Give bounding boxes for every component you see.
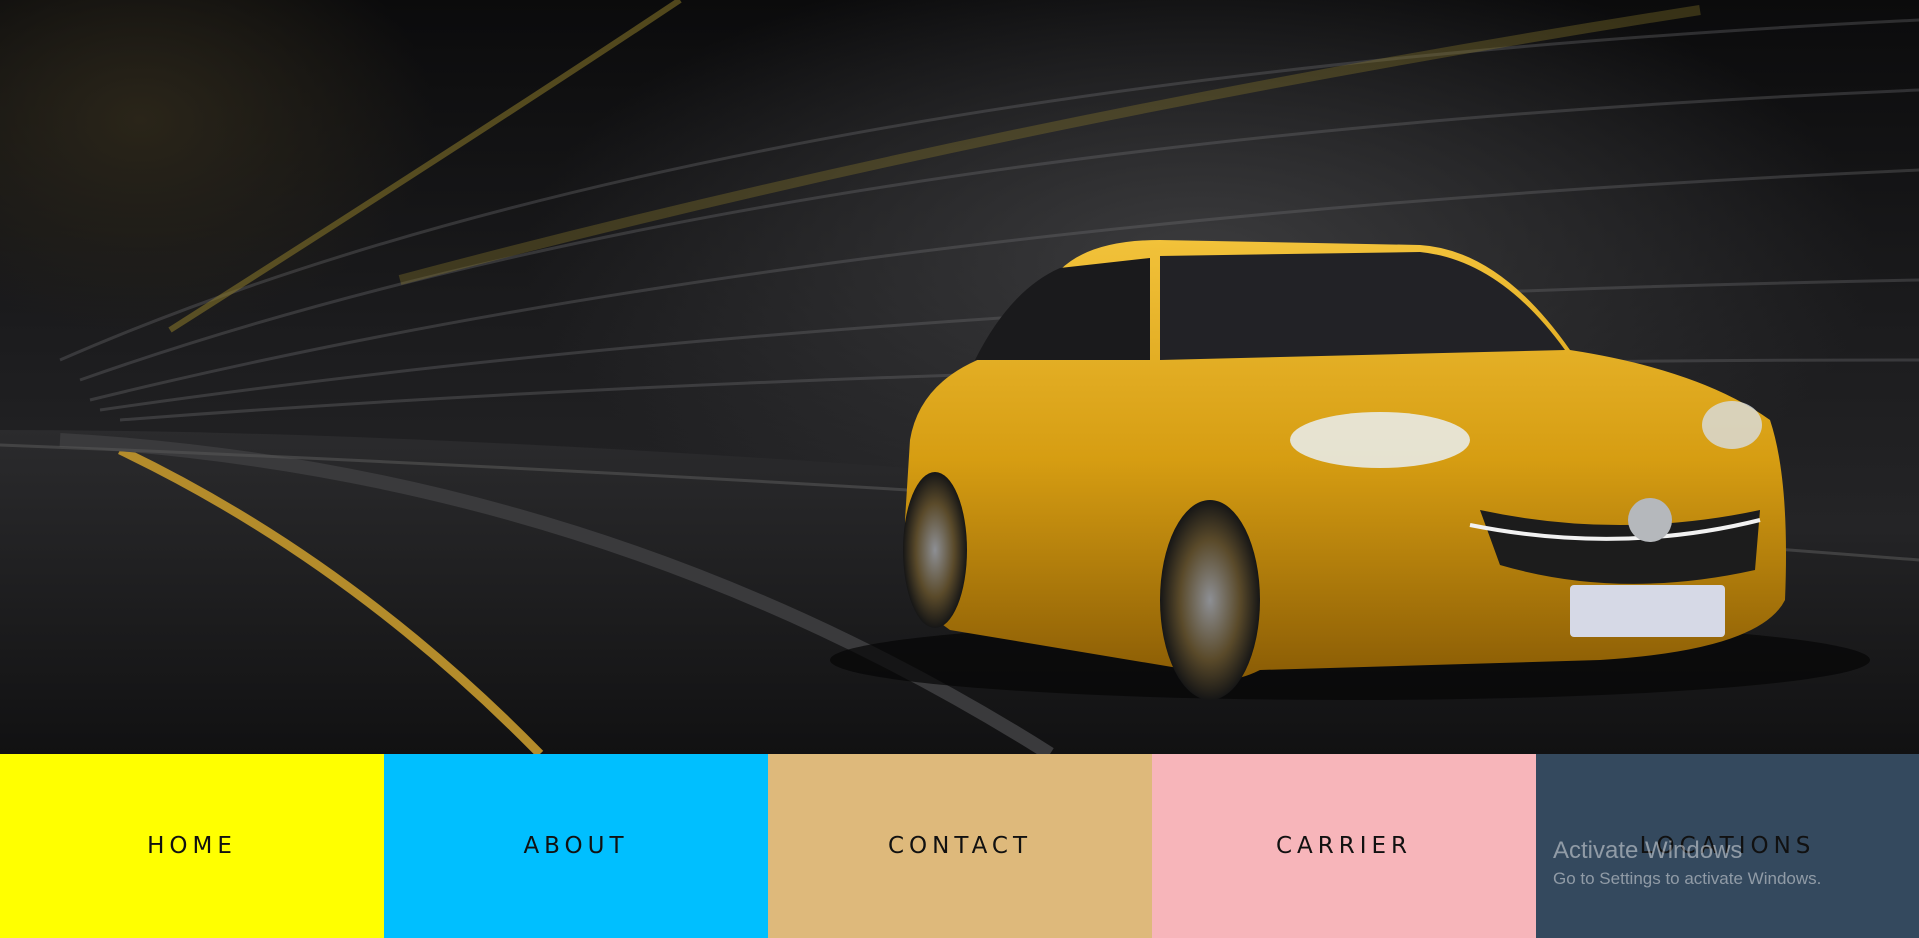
hero-banner [0, 0, 1919, 754]
nav-item-home[interactable]: HOME [0, 754, 384, 938]
nav-item-carrier[interactable]: CARRIER [1152, 754, 1536, 938]
nav-item-locations[interactable]: LOCATIONS [1536, 754, 1919, 938]
hero-image [0, 0, 1919, 754]
nav-item-about[interactable]: ABOUT [384, 754, 768, 938]
nav-item-label: CONTACT [887, 833, 1033, 859]
page: HOME ABOUT CONTACT CARRIER LOCATIONS Act… [0, 0, 1919, 938]
nav-item-label: LOCATIONS [1639, 833, 1816, 859]
nav-item-contact[interactable]: CONTACT [768, 754, 1152, 938]
nav-item-label: ABOUT [523, 833, 629, 859]
nav-item-label: HOME [147, 833, 237, 859]
nav-item-label: CARRIER [1275, 833, 1413, 859]
main-navigation: HOME ABOUT CONTACT CARRIER LOCATIONS [0, 754, 1919, 938]
